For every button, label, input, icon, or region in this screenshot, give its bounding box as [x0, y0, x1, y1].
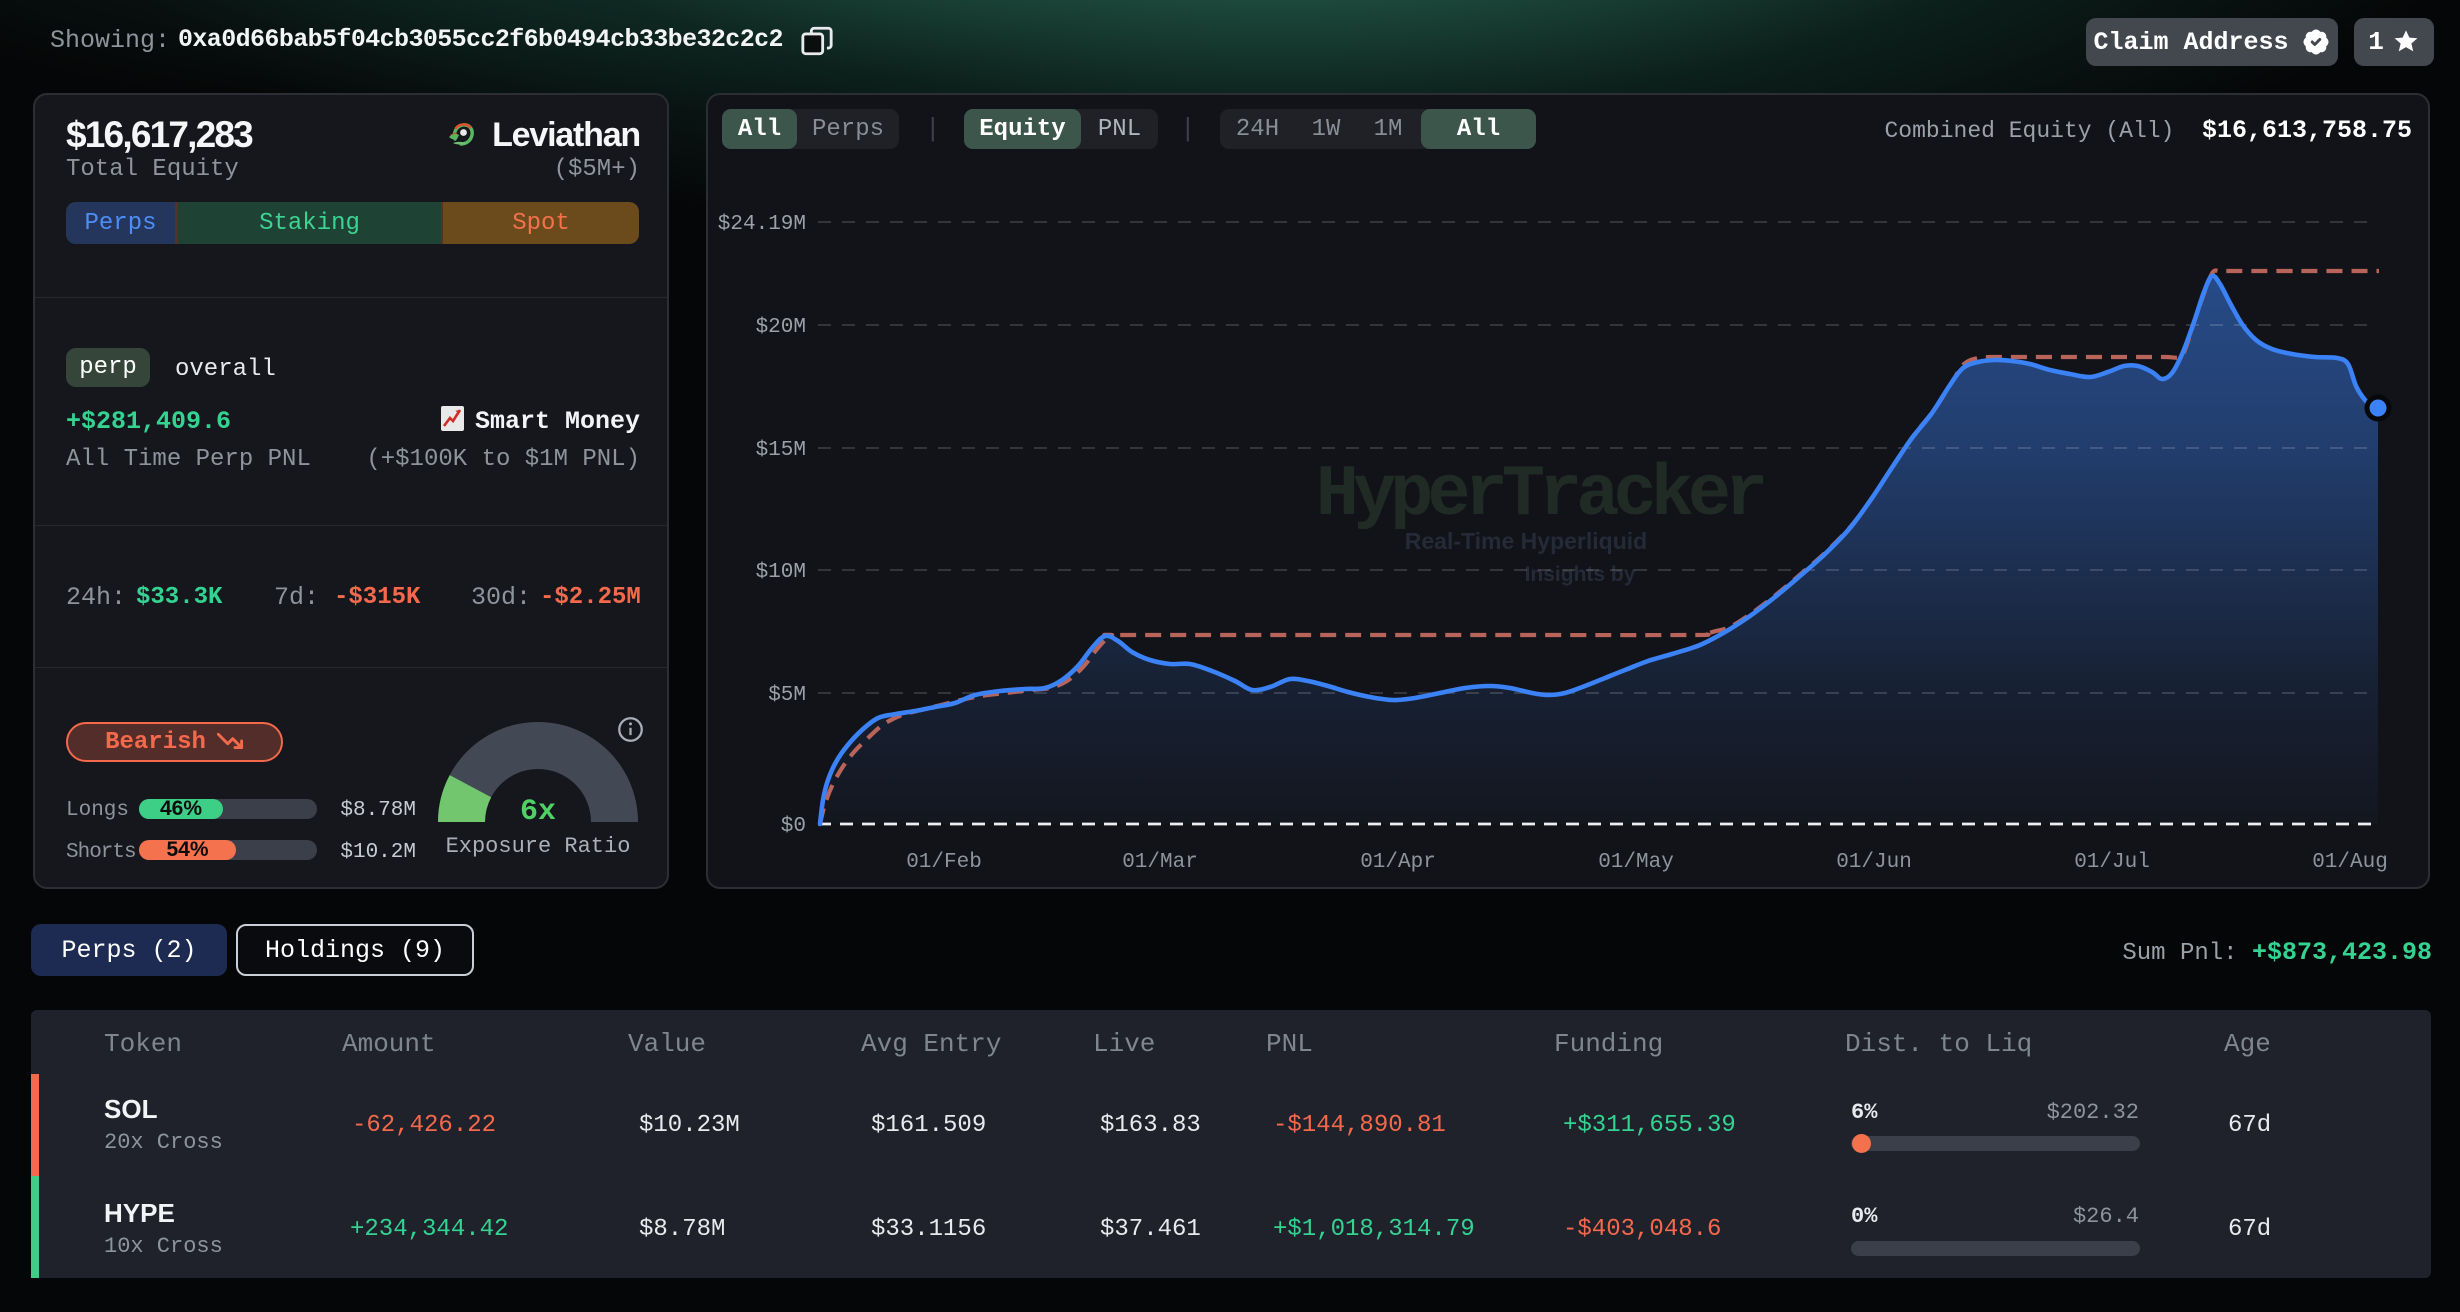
svg-text:Real-Time Hyperliquid: Real-Time Hyperliquid	[1405, 528, 1647, 554]
svg-text:$15M: $15M	[756, 439, 806, 462]
svg-text:01/Jun: 01/Jun	[1836, 851, 1912, 874]
svg-text:HyperTracker: HyperTracker	[1316, 454, 1763, 536]
svg-text:$20M: $20M	[756, 316, 806, 339]
svg-text:01/Jul: 01/Jul	[2074, 851, 2150, 874]
svg-text:$24.19M: $24.19M	[718, 213, 806, 236]
svg-text:$0: $0	[781, 815, 806, 838]
svg-text:01/Aug: 01/Aug	[2312, 851, 2388, 874]
svg-text:01/Apr: 01/Apr	[1360, 851, 1436, 874]
svg-text:01/May: 01/May	[1598, 851, 1674, 874]
svg-text:01/Mar: 01/Mar	[1122, 851, 1198, 874]
svg-text:$5M: $5M	[768, 684, 806, 707]
svg-text:$10M: $10M	[756, 561, 806, 584]
svg-text:Insights by: Insights by	[1525, 563, 1636, 586]
svg-text:01/Feb: 01/Feb	[906, 851, 982, 874]
